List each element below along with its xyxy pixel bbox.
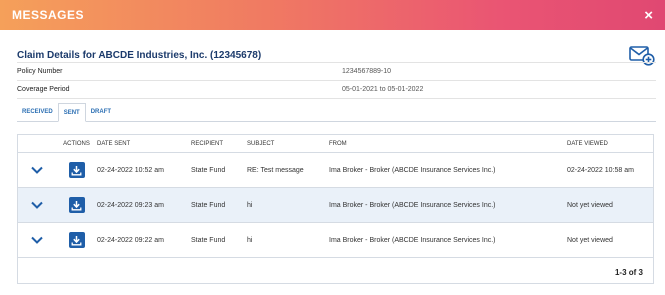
recipient-header[interactable]: RECIPIENT <box>191 141 247 147</box>
date-sent-header[interactable]: DATE SENT <box>97 141 191 147</box>
table-row: 02-24-2022 09:23 am State Fund hi Ima Br… <box>18 188 653 223</box>
from-header[interactable]: FROM <box>329 141 567 147</box>
claim-title: Claim Details for ABCDE Industries, Inc.… <box>17 49 262 61</box>
actions-cell <box>56 162 97 178</box>
policy-number-value: 1234567889-10 <box>342 68 392 75</box>
date-viewed-cell: Not yet viewed <box>567 236 613 244</box>
actions-cell <box>56 232 97 248</box>
expand-row-button[interactable] <box>18 201 56 209</box>
grid-header: ACTIONS DATE SENT RECIPIENT SUBJECT FROM… <box>18 135 653 153</box>
messages-modal: MESSAGES × Claim Details for ABCDE Indus… <box>0 0 665 295</box>
subject-cell: hi <box>247 236 253 244</box>
date-viewed-cell: 02-24-2022 10:58 am <box>567 166 634 174</box>
date-sent-cell: 02-24-2022 09:23 am <box>97 201 164 209</box>
date-sent-cell: 02-24-2022 10:52 am <box>97 166 164 174</box>
date-viewed-header[interactable]: DATE VIEWED <box>567 141 653 147</box>
expand-row-button[interactable] <box>18 166 56 174</box>
download-icon <box>71 200 82 210</box>
coverage-period-label: Coverage Period <box>17 86 70 93</box>
recipient-cell: State Fund <box>191 166 226 174</box>
download-icon <box>71 165 82 175</box>
from-cell: Ima Broker - Broker (ABCDE Insurance Ser… <box>329 166 496 174</box>
date-sent-cell: 02-24-2022 09:22 am <box>97 236 164 244</box>
download-button[interactable] <box>68 162 85 178</box>
chevron-down-icon[interactable] <box>31 166 43 174</box>
subject-cell: hi <box>247 201 253 209</box>
tab-draft[interactable]: DRAFT <box>86 104 116 121</box>
subject-header[interactable]: SUBJECT <box>247 141 329 147</box>
table-row: 02-24-2022 10:52 am State Fund RE: Test … <box>18 153 653 188</box>
tab-received[interactable]: RECEIVED <box>17 104 58 121</box>
tab-sent[interactable]: SENT <box>57 103 86 122</box>
modal-header: MESSAGES × <box>0 0 665 30</box>
policy-number-label: Policy Number <box>17 68 63 75</box>
policy-number-row: Policy Number 1234567889-10 <box>17 63 656 81</box>
actions-header: ACTIONS <box>63 140 90 147</box>
from-cell: Ima Broker - Broker (ABCDE Insurance Ser… <box>329 201 496 209</box>
close-icon[interactable]: × <box>644 8 653 23</box>
recipient-cell: State Fund <box>191 236 226 244</box>
chevron-down-icon[interactable] <box>31 201 43 209</box>
modal-title: MESSAGES <box>12 8 85 22</box>
actions-cell <box>56 197 97 213</box>
coverage-period-row: Coverage Period 05-01-2021 to 05-01-2022 <box>17 81 656 99</box>
expand-row-button[interactable] <box>18 236 56 244</box>
message-tabs: RECEIVED SENT DRAFT <box>17 103 656 122</box>
download-button[interactable] <box>68 232 85 248</box>
recipient-cell: State Fund <box>191 201 226 209</box>
chevron-down-icon[interactable] <box>31 236 43 244</box>
messages-grid: ACTIONS DATE SENT RECIPIENT SUBJECT FROM… <box>17 134 654 284</box>
pagination-summary: 1-3 of 3 <box>614 268 643 277</box>
subject-cell: RE: Test message <box>247 166 304 174</box>
download-icon <box>71 235 82 245</box>
from-cell: Ima Broker - Broker (ABCDE Insurance Ser… <box>329 236 496 244</box>
coverage-period-value: 05-01-2021 to 05-01-2022 <box>342 86 424 93</box>
download-button[interactable] <box>68 197 85 213</box>
table-row: 02-24-2022 09:22 am State Fund hi Ima Br… <box>18 223 653 258</box>
claim-info-table: Policy Number 1234567889-10 Coverage Per… <box>17 62 656 99</box>
date-viewed-cell: Not yet viewed <box>567 201 613 209</box>
